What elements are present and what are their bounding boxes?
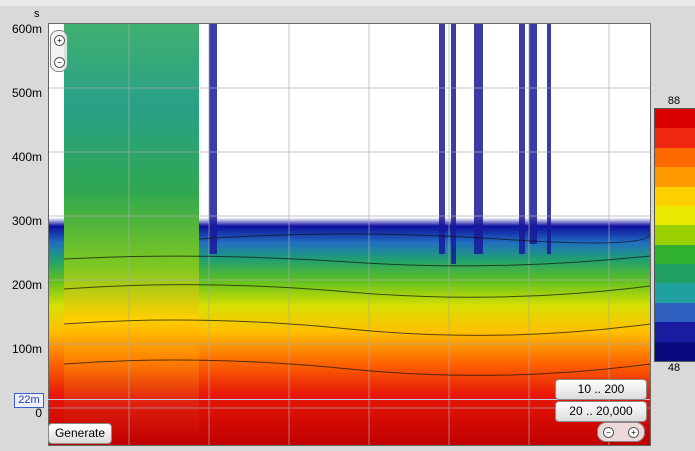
pan-control[interactable]: − + [597,422,645,442]
minus-icon[interactable]: − [54,57,65,68]
y-tick-300m: 300m [11,214,42,228]
legend-swatch [655,341,695,361]
plus-icon[interactable]: + [628,427,639,438]
range-button-20-20000[interactable]: 20 .. 20,000 [555,401,647,422]
legend-swatch [655,264,695,284]
legend-swatch [655,283,695,303]
legend-swatch [655,302,695,323]
y-tick-100m: 100m [11,342,42,356]
zoom-control[interactable]: + − [50,30,68,72]
y-axis-unit: s [34,8,40,20]
y-tick-0: 0 [35,406,42,420]
cursor-time-label[interactable]: 22m [14,393,44,408]
window-top-strip [0,0,695,6]
minus-icon[interactable]: − [603,427,614,438]
plus-icon[interactable]: + [54,35,65,46]
y-tick-500m: 500m [11,86,42,100]
legend-swatch [655,167,695,187]
legend-swatch [655,147,695,168]
generate-button[interactable]: Generate [48,423,112,444]
legend-max-value: 88 [667,95,681,107]
legend-min-value: 48 [667,362,681,374]
legend-swatch [655,128,695,148]
legend-swatch [655,244,695,264]
y-tick-600m: 600m [11,22,42,36]
legend-swatch [655,109,695,129]
legend-swatch [655,186,695,206]
range-button-10-200[interactable]: 10 .. 200 [555,379,647,400]
legend-swatch [655,322,695,342]
x-axis-ticks [48,445,649,451]
legend-swatch [655,205,695,226]
y-tick-400m: 400m [11,150,42,164]
legend-swatch [655,225,695,245]
color-legend [654,108,695,362]
y-tick-200m: 200m [11,278,42,292]
